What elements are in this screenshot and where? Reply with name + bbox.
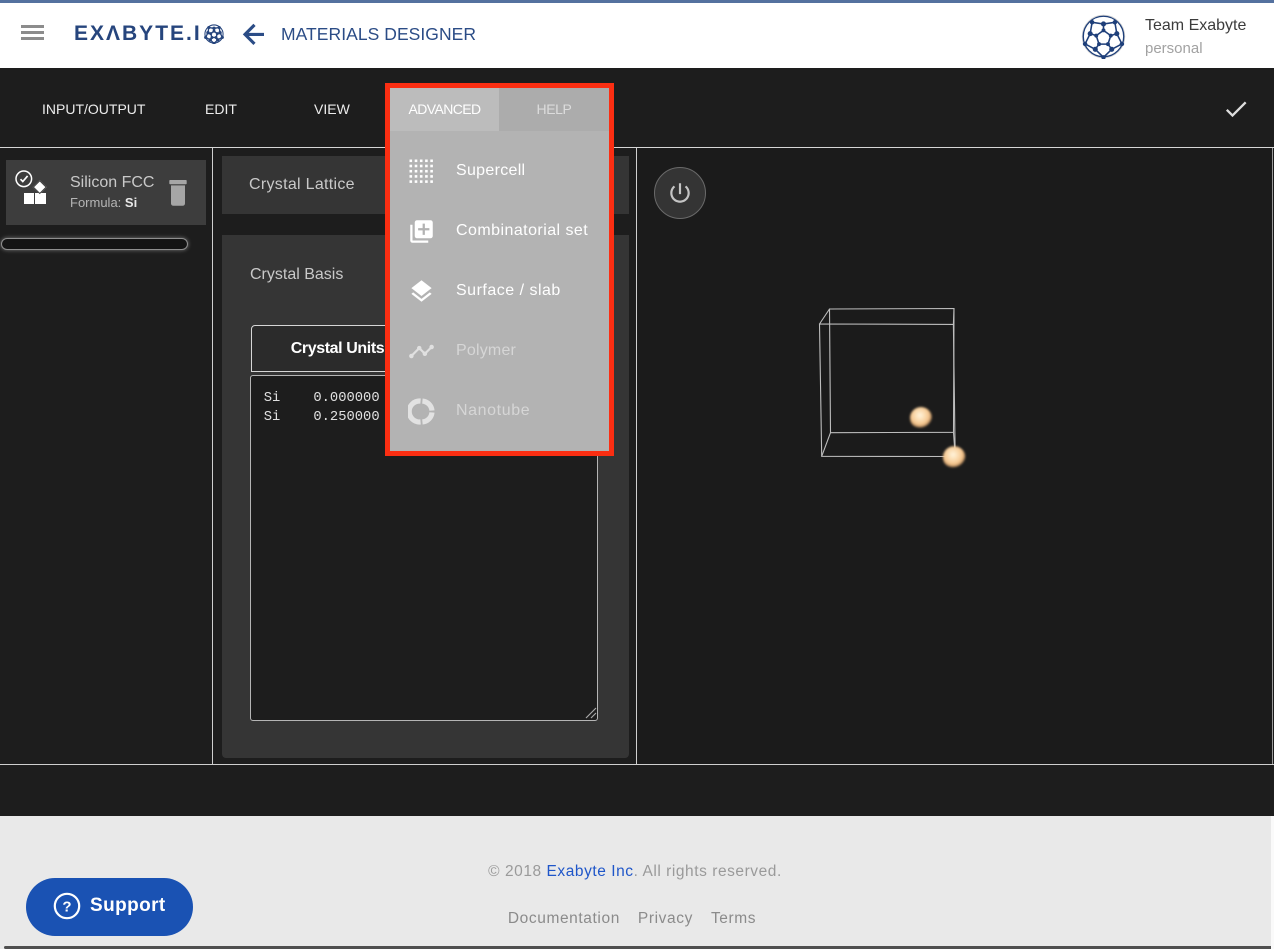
svg-text:?: ? bbox=[62, 899, 71, 916]
